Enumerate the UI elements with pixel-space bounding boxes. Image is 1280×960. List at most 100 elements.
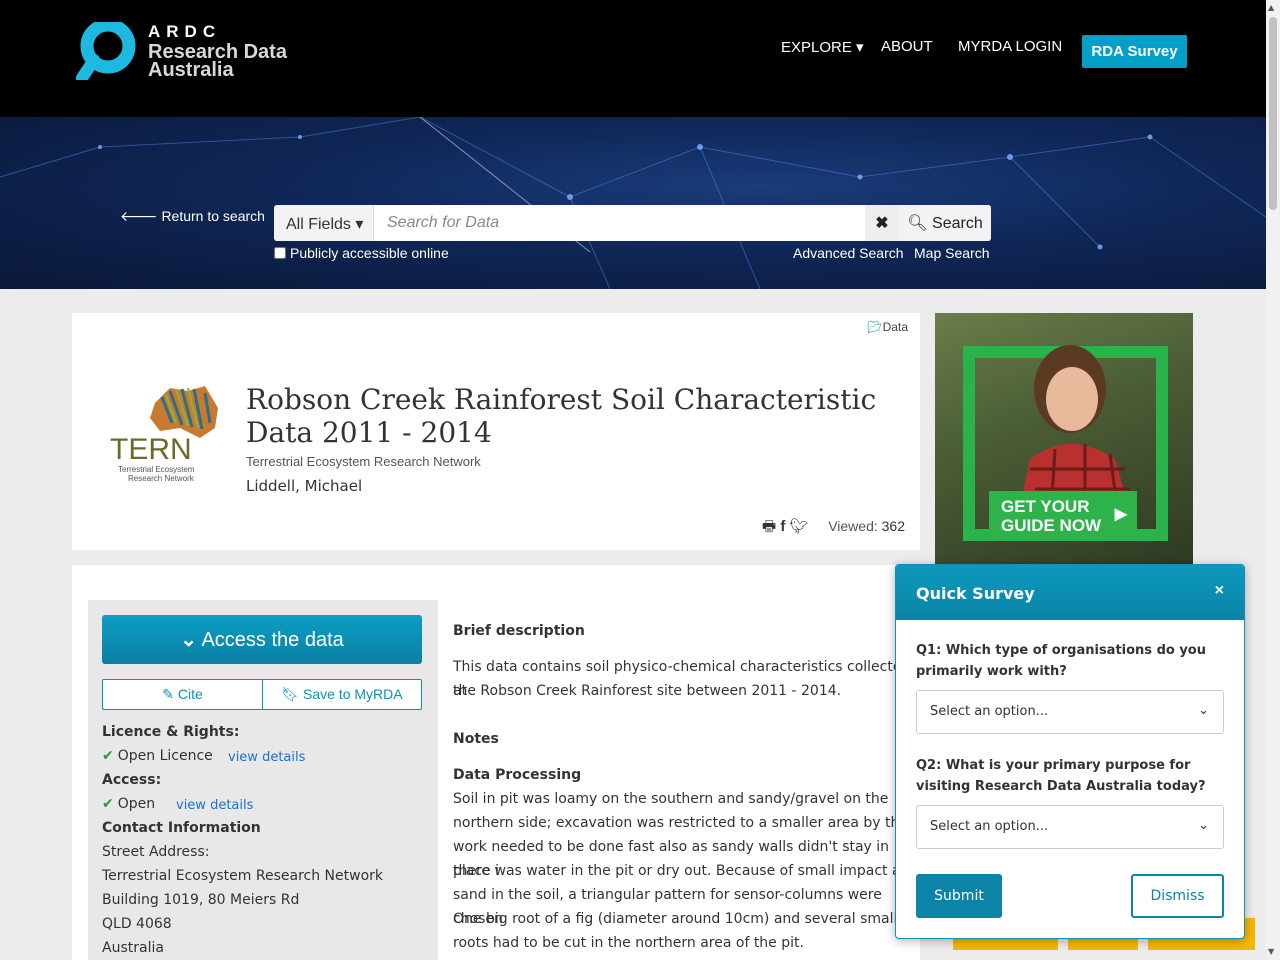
tern-logo-sub1: Terrestrial Ecosystem (118, 465, 195, 474)
contact-line: Terrestrial Ecosystem Research Network (102, 868, 383, 884)
tern-logo-text: TERN (110, 433, 192, 466)
contact-line: Street Address: (102, 844, 210, 860)
viewed-label: Viewed: (828, 518, 878, 534)
record-organisation[interactable]: Terrestrial Ecosystem Research Network (246, 454, 481, 469)
nav-about[interactable]: ABOUT (881, 38, 933, 55)
print-icon[interactable]: 🖶 (762, 518, 776, 535)
contact-heading: Contact Information (102, 820, 261, 836)
access-heading: Access: (102, 772, 162, 788)
public-access-checkbox[interactable] (274, 247, 286, 259)
check-icon: ✔ (102, 796, 114, 812)
record-title: Robson Creek Rainforest Soil Characteris… (246, 383, 877, 449)
data-processing-line: there was water in the pit or dry out. B… (453, 863, 919, 879)
nav-explore-label: EXPLORE (781, 39, 852, 56)
share-tools: 🖶 f 🐦︎ (762, 516, 809, 541)
return-to-search-link[interactable]: 🡐 Return to search (120, 208, 265, 225)
access-data-label: Access the data (201, 629, 344, 651)
data-processing-line: northern side; excavation was restricted… (453, 815, 915, 831)
scroll-thumb[interactable] (1269, 17, 1277, 210)
search-input[interactable] (375, 205, 865, 241)
quick-survey-dialog: Quick Survey × Q1: Which type of organis… (895, 564, 1245, 939)
survey-q1-select[interactable]: Select an option... ⌄ (916, 690, 1224, 734)
notes-heading: Notes (453, 731, 499, 747)
data-processing-line: Soil in pit was loamy on the southern an… (453, 791, 889, 807)
record-header: 📂︎Data TERN Terrestrial Ecosystem Resear… (72, 313, 920, 550)
survey-q2-value: Select an option... (930, 819, 1049, 834)
caret-down-icon: ▾ (856, 39, 864, 56)
tern-logo-sub2: Research Network (128, 474, 194, 483)
logo-ardc: ARDC (148, 22, 222, 41)
survey-title: Quick Survey (916, 584, 1035, 603)
clear-search-button[interactable]: ✖ (865, 205, 899, 241)
search-bar: All Fields ▾ ✖ 🔍︎ Search (274, 205, 991, 241)
view-count: Viewed: 362 (828, 518, 905, 534)
save-label: Save to MyRDA (303, 686, 403, 702)
record-author[interactable]: Liddell, Michael (246, 477, 362, 495)
search-banner: 🡐 Return to search All Fields ▾ ✖ 🔍︎ Sea… (0, 117, 1266, 289)
bookmark-icon: 🔖︎ (281, 686, 300, 702)
record-type-tag: 📂︎Data (867, 320, 908, 334)
rda-logo[interactable]: ARDC Research Data Australia (76, 22, 306, 80)
survey-submit-button[interactable]: Submit (916, 874, 1002, 918)
cite-button[interactable]: ✎ Cite (102, 679, 263, 710)
site-header: ARDC Research Data Australia EXPLORE ▾ A… (0, 0, 1266, 117)
facebook-icon[interactable]: f (780, 518, 785, 535)
survey-dismiss-button[interactable]: Dismiss (1131, 874, 1224, 918)
survey-header: Quick Survey × (896, 565, 1244, 620)
public-access-filter[interactable]: Publicly accessible online (274, 245, 449, 261)
caret-down-icon: ▾ (355, 216, 364, 233)
data-processing-heading: Data Processing (453, 767, 582, 783)
licence-value: ✔ Open Licence (102, 748, 213, 764)
twitter-icon[interactable]: 🐦︎ (790, 518, 809, 535)
brief-description-heading: Brief description (453, 623, 585, 639)
edit-icon: ✎ (162, 686, 174, 702)
network-background (0, 117, 1266, 289)
access-view-details-link[interactable]: view details (176, 798, 253, 813)
data-processing-line: One big root of a fig (diameter around 1… (453, 911, 912, 927)
contact-line: Australia (102, 940, 164, 956)
licence-view-details-link[interactable]: view details (228, 750, 305, 765)
scroll-up-icon[interactable]: ▲ (1268, 3, 1274, 12)
scroll-down-icon[interactable]: ▼ (1268, 947, 1274, 956)
survey-question-2: Q2: What is your primary purpose for vis… (916, 758, 1206, 794)
field-select-value: All Fields (286, 216, 351, 233)
survey-q2-select[interactable]: Select an option... ⌄ (916, 805, 1224, 849)
survey-q1-value: Select an option... (930, 704, 1049, 719)
page-scrollbar[interactable]: ▲ ▼ (1266, 0, 1280, 960)
public-access-label: Publicly accessible online (290, 245, 449, 261)
cite-label: Cite (177, 686, 203, 702)
play-icon: ▶ (1114, 506, 1127, 523)
arrow-left-icon: 🡐 (120, 208, 158, 224)
brief-description-line: the Robson Creek Rainforest site between… (453, 683, 842, 699)
survey-close-button[interactable]: × (1209, 581, 1230, 601)
map-search-link[interactable]: Map Search (914, 245, 989, 261)
access-data-button[interactable]: ⌄ Access the data (102, 615, 422, 664)
rda-survey-button[interactable]: RDA Survey (1082, 35, 1187, 68)
chevron-down-icon: ⌄ (180, 629, 197, 651)
contact-line: QLD 4068 (102, 916, 172, 932)
return-link-label: Return to search (161, 208, 265, 224)
record-type-label: Data (882, 320, 908, 334)
search-button[interactable]: 🔍︎ Search (899, 205, 991, 241)
logo-line-2: Australia (148, 59, 234, 81)
data-processing-line: roots had to be cut in the northern area… (453, 935, 804, 951)
ad-cta[interactable]: GET YOUR GUIDE NOW ▶ (989, 491, 1137, 541)
contact-line: Building 1019, 80 Meiers Rd (102, 892, 300, 908)
field-select-dropdown[interactable]: All Fields ▾ (274, 205, 374, 241)
save-to-myrda-button[interactable]: 🔖︎ Save to MyRDA (262, 679, 422, 710)
chevron-down-icon: ⌄ (1198, 703, 1209, 718)
nav-explore[interactable]: EXPLORE ▾ (781, 38, 864, 56)
access-value-text: Open (117, 796, 156, 812)
tern-logo: TERN Terrestrial Ecosystem Research Netw… (110, 383, 220, 483)
chevron-down-icon: ⌄ (1198, 818, 1209, 833)
guide-advertisement[interactable]: GET YOUR GUIDE NOW ▶ (935, 313, 1193, 565)
magnifier-icon: 🔍︎ (907, 215, 928, 232)
access-value: ✔ Open (102, 796, 155, 812)
survey-question-1: Q1: Which type of organisations do you p… (916, 643, 1206, 679)
advanced-search-link[interactable]: Advanced Search (793, 245, 904, 261)
nav-myrda-login[interactable]: MYRDA LOGIN (958, 38, 1062, 55)
check-icon: ✔ (102, 748, 114, 764)
viewed-count-value: 362 (881, 518, 905, 534)
licence-heading: Licence & Rights: (102, 724, 240, 740)
licence-value-text: Open Licence (117, 748, 213, 764)
